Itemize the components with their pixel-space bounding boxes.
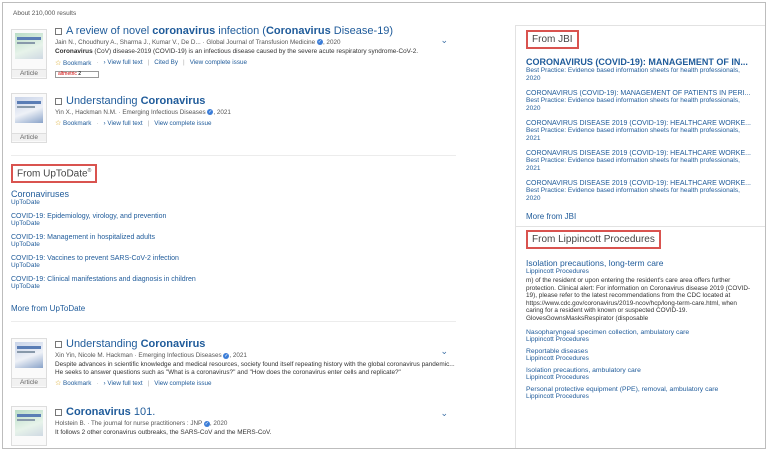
star-icon: ☆ xyxy=(55,59,62,67)
result-meta: Holstein B. · The journal for nurse prac… xyxy=(55,420,228,428)
result-meta: Xin Yin, Nicole M. Hackman · Emerging In… xyxy=(55,352,247,360)
view-complete-issue-link[interactable]: View complete issue xyxy=(154,120,211,127)
more-from-jbi-link[interactable]: More from JBI xyxy=(526,212,755,221)
select-checkbox[interactable] xyxy=(55,97,62,105)
result-actions: ☆ Bookmark · › View full text | Cited By… xyxy=(55,59,247,67)
uptodate-item[interactable]: COVID-19: Epidemiology, virology, and pr… xyxy=(11,213,456,227)
lippincott-item[interactable]: Reportable diseases Lippincott Procedures xyxy=(526,348,755,362)
altmetric-badge[interactable]: altmetric 2 xyxy=(55,70,99,78)
jbi-item[interactable]: CORONAVIRUS DISEASE 2019 (COVID-19): HEA… xyxy=(526,150,755,173)
article-type-label: Article xyxy=(12,69,46,77)
results-column: Article A review of novel coronavirus in… xyxy=(11,25,456,447)
uptodate-item[interactable]: COVID-19: Vaccines to prevent SARS-CoV-2… xyxy=(11,255,456,269)
result-meta: Jain N., Choudhury A., Sharma J., Kumar … xyxy=(55,39,341,46)
lippincott-section: From Lippincott Procedures Isolation pre… xyxy=(516,227,765,400)
divider xyxy=(11,321,456,323)
bookmark-button[interactable]: ☆ Bookmark xyxy=(55,379,91,387)
expand-chevron-icon[interactable]: ⌄ xyxy=(440,35,448,46)
search-results-page: About 210,000 results Article A review o… xyxy=(2,2,766,449)
article-type-label: Article xyxy=(12,133,46,141)
star-icon: ☆ xyxy=(55,380,62,388)
result-actions: ☆ Bookmark · › View full text | View com… xyxy=(55,379,212,388)
chevron-right-icon: › xyxy=(103,59,106,66)
jbi-section: From JBI CORONAVIRUS (COVID-19): MANAGEM… xyxy=(516,26,765,221)
result-title[interactable]: Understanding Coronavirus xyxy=(66,95,205,107)
results-count: About 210,000 results xyxy=(13,10,77,17)
view-complete-issue-link[interactable]: View complete issue xyxy=(154,380,211,387)
result-item: Article A review of novel coronavirus in… xyxy=(11,25,456,87)
result-snippet: It follows 2 other coronavirus outbreaks… xyxy=(55,429,272,437)
result-snippet: Coronavirus (CoV) disease-2019 (COVID-19… xyxy=(55,48,419,55)
result-title[interactable]: Understanding Coronavirus xyxy=(66,338,205,350)
lippincott-item[interactable]: Isolation precautions, ambulatory care Li… xyxy=(526,367,755,381)
lippincott-item[interactable]: Nasopharyngeal specimen collection, ambu… xyxy=(526,329,755,343)
lippincott-snippet: m) of the resident or upon entering the … xyxy=(526,277,751,322)
uptodate-item[interactable]: COVID-19: Clinical manifestations and di… xyxy=(11,276,456,290)
jbi-item[interactable]: CORONAVIRUS DISEASE 2019 (COVID-19): HEA… xyxy=(526,180,755,203)
journal-cover xyxy=(15,410,43,437)
bookmark-button[interactable]: ☆ Bookmark xyxy=(55,59,91,67)
article-thumbnail[interactable] xyxy=(11,406,47,447)
result-snippet: Despite advances in scientific knowledge… xyxy=(55,361,455,376)
uptodate-item[interactable]: Coronaviruses UpToDate xyxy=(11,189,456,206)
sidebar-panels: From JBI CORONAVIRUS (COVID-19): MANAGEM… xyxy=(515,25,765,448)
lippincott-item[interactable]: Isolation precautions, long-term care Li… xyxy=(526,258,755,275)
jbi-item[interactable]: CORONAVIRUS (COVID-19): MANAGEMENT OF PA… xyxy=(526,90,755,113)
article-thumbnail[interactable]: Article xyxy=(11,338,47,389)
expand-chevron-icon[interactable]: ⌄ xyxy=(440,408,448,419)
result-actions: ☆ Bookmark · › View full text | View com… xyxy=(55,119,212,128)
cited-by-link[interactable]: Cited By xyxy=(154,59,178,66)
divider xyxy=(11,155,456,156)
more-from-uptodate-link[interactable]: More from UpToDate xyxy=(11,304,456,313)
view-complete-issue-link[interactable]: View complete issue xyxy=(190,59,247,66)
view-full-text-link[interactable]: › View full text xyxy=(104,380,143,387)
article-type-label: Article xyxy=(12,378,46,387)
lippincott-item[interactable]: Personal protective equipment (PPE), rem… xyxy=(526,386,755,400)
select-checkbox[interactable] xyxy=(55,340,62,348)
journal-cover xyxy=(15,342,43,369)
result-title[interactable]: Coronavirus 101. xyxy=(66,406,155,418)
bookmark-button[interactable]: ☆ Bookmark xyxy=(55,119,91,127)
select-checkbox[interactable] xyxy=(55,27,62,35)
uptodate-item[interactable]: COVID-19: Management in hospitalized adu… xyxy=(11,234,456,248)
chevron-right-icon: › xyxy=(103,379,106,387)
result-item: Coronavirus 101. Holstein B. · The journ… xyxy=(11,400,456,447)
uptodate-section: From UpToDate® Coronaviruses UpToDate COV… xyxy=(11,164,456,313)
result-item: Article Understanding Coronavirus Xin Yi… xyxy=(11,330,456,400)
result-title[interactable]: A review of novel coronavirus infection … xyxy=(66,25,393,37)
star-icon: ☆ xyxy=(55,120,62,127)
view-full-text-link[interactable]: › View full text xyxy=(104,59,143,66)
jbi-item[interactable]: CORONAVIRUS (COVID-19): MANAGEMENT OF IN… xyxy=(526,57,755,83)
expand-chevron-icon[interactable]: ⌄ xyxy=(440,346,448,357)
view-full-text-link[interactable]: › View full text xyxy=(104,120,143,127)
result-meta: Yin X., Hackman N.M. · Emerging Infectio… xyxy=(55,109,231,116)
article-thumbnail[interactable]: Article xyxy=(11,29,47,79)
lippincott-heading: From Lippincott Procedures xyxy=(526,230,661,249)
jbi-item[interactable]: CORONAVIRUS DISEASE 2019 (COVID-19): HEA… xyxy=(526,120,755,143)
journal-cover xyxy=(15,97,43,123)
result-item: Article Understanding Coronavirus Yin X.… xyxy=(11,87,456,147)
article-thumbnail[interactable]: Article xyxy=(11,93,47,143)
jbi-heading: From JBI xyxy=(526,30,579,49)
select-checkbox[interactable] xyxy=(55,408,62,416)
chevron-right-icon: › xyxy=(103,119,106,127)
uptodate-heading: From UpToDate® xyxy=(11,164,98,184)
journal-cover xyxy=(15,33,43,59)
